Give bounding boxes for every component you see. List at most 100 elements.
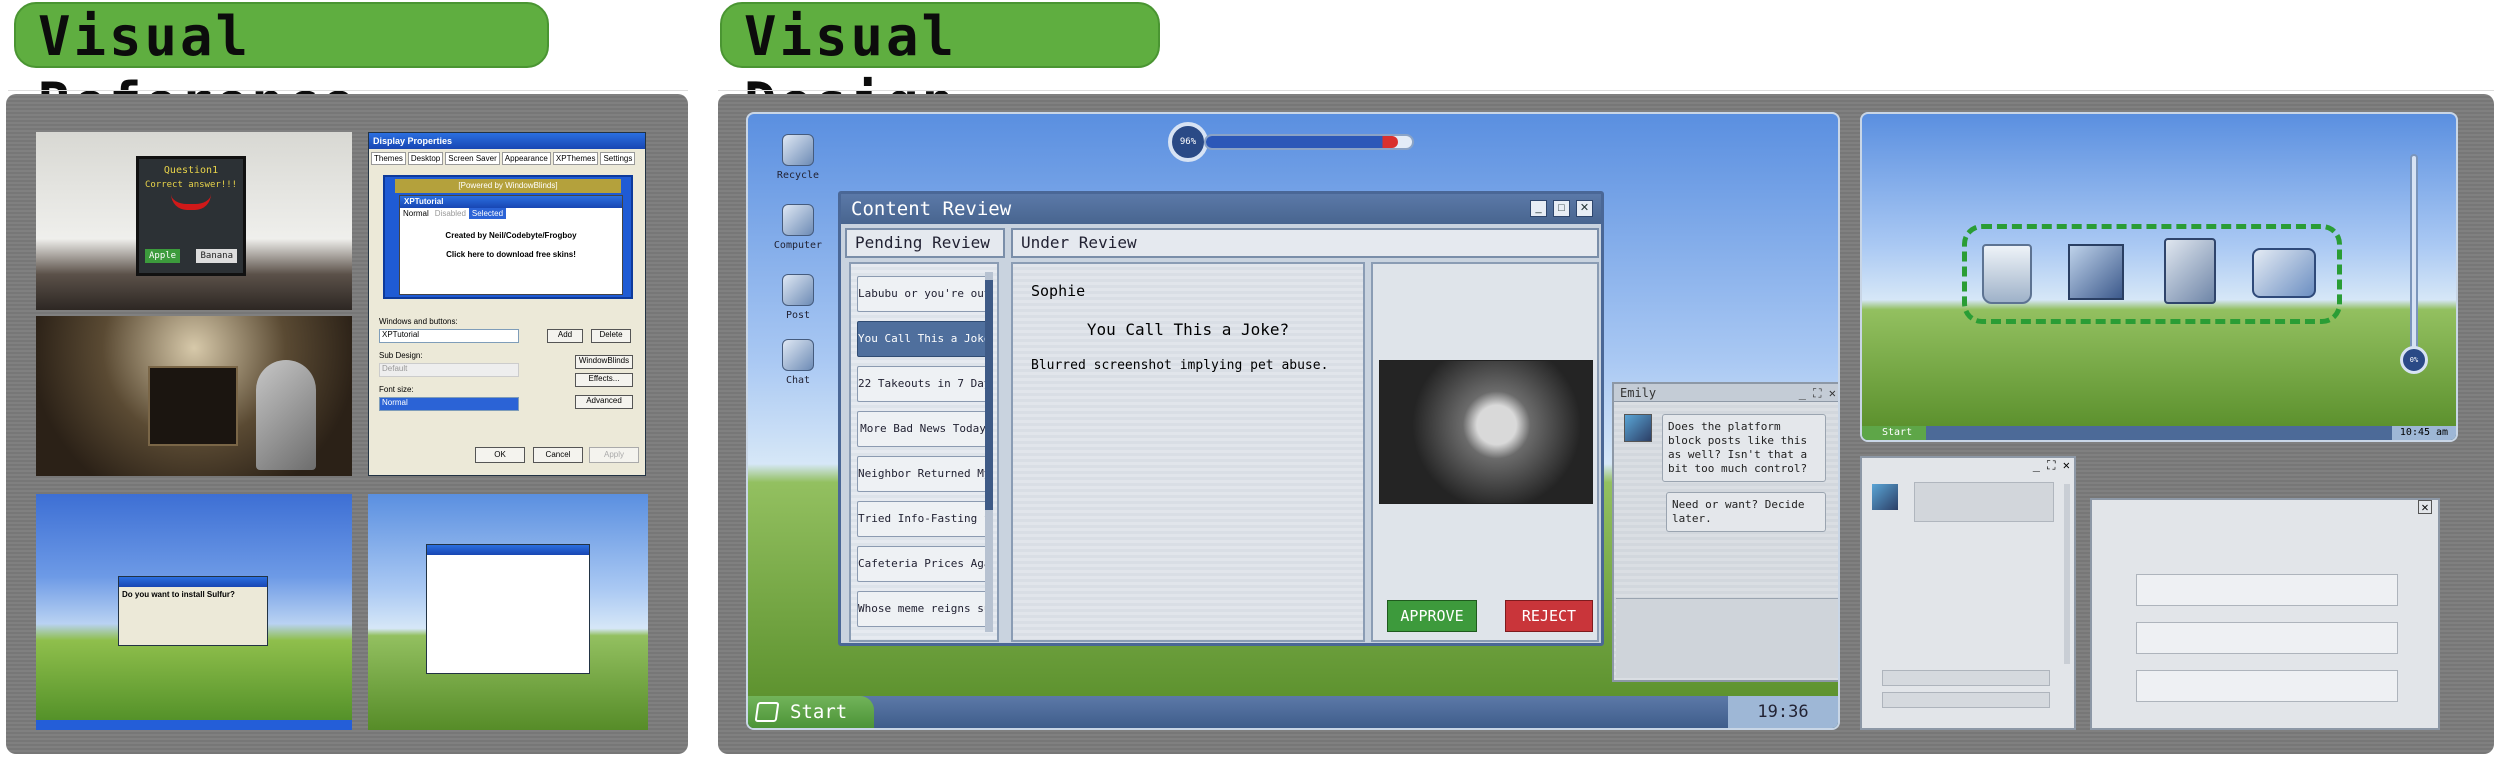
mini-taskbar: [1862, 426, 2456, 440]
quiz-question: Question1: [163, 165, 219, 176]
xp-settings-thumbnail: [368, 494, 648, 730]
reject-button[interactable]: REJECT: [1505, 600, 1593, 632]
pending-list: Labubu or you're out! You Call This a Jo…: [849, 262, 999, 642]
apply-button[interactable]: Apply: [589, 447, 639, 463]
tab-xpthemes[interactable]: XPThemes: [552, 152, 599, 165]
pending-item[interactable]: Neighbor Returned My ...: [857, 456, 989, 492]
inner-tab-normal[interactable]: Normal: [400, 208, 432, 219]
minimize-button[interactable]: _: [1530, 200, 1547, 217]
design-panel: Recycle Computer Post Chat 96% Content R…: [718, 94, 2494, 754]
approve-label: APPROVE: [1400, 607, 1464, 625]
post-author: Sophie: [1031, 282, 1086, 300]
form-wireframe-window: ✕: [2090, 498, 2440, 730]
input-placeholder[interactable]: [1882, 670, 2050, 686]
chat-window: Emily _ ⛶ ✕ Does the platform block posts…: [1612, 382, 1838, 682]
tab-settings[interactable]: Settings: [600, 152, 636, 165]
sub-design-select[interactable]: Default: [379, 363, 519, 377]
close-button[interactable]: ✕: [1576, 200, 1593, 217]
content-review-window: Content Review _ □ ✕ Pending Review Unde…: [838, 191, 1604, 646]
desktop-icon-recycle[interactable]: Recycle: [768, 134, 828, 181]
quiz-feedback: Correct answer!!!: [144, 180, 238, 190]
post-label: Post: [785, 310, 811, 321]
reject-label: REJECT: [1521, 607, 1577, 625]
tab-appearance[interactable]: Appearance: [501, 152, 551, 165]
desktop-icon-post[interactable]: Post: [768, 274, 828, 321]
desktop-icon-computer[interactable]: Computer: [768, 204, 828, 251]
chat-input[interactable]: [1616, 598, 1838, 678]
start-button[interactable]: Start: [748, 696, 874, 728]
mini-start-button[interactable]: Start: [1862, 426, 1926, 440]
progress-bar: [1204, 134, 1414, 150]
xp-install-thumbnail: Do you want to install Sulfur?: [36, 494, 352, 730]
recycle-icon: [1982, 244, 2032, 304]
cancel-button[interactable]: Cancel: [533, 447, 583, 463]
progress-fill: [1206, 136, 1398, 148]
chat-reply-option[interactable]: Need or want? Decide later.: [1666, 492, 1826, 532]
settings-dialog: [426, 544, 590, 674]
window-controls[interactable]: _ ⛶ ✕: [2033, 458, 2070, 473]
form-field[interactable]: [2136, 622, 2398, 654]
chat-wireframe-window: _ ⛶ ✕: [1860, 456, 2076, 730]
avatar: [1624, 414, 1652, 442]
tab-screen-saver[interactable]: Screen Saver: [445, 152, 500, 165]
pending-item[interactable]: Cafeteria Prices Agai...: [857, 546, 989, 582]
scroll-thumb[interactable]: [985, 280, 993, 510]
windows-buttons-select[interactable]: XPTutorial: [379, 329, 519, 343]
volume-knob[interactable]: 0%: [2400, 346, 2428, 374]
credit-text: Created by Neil/Codebyte/Frogboy: [445, 231, 577, 240]
post-text-panel: Sophie You Call This a Joke? Blurred scr…: [1011, 262, 1365, 642]
advanced-button[interactable]: Advanced: [575, 395, 633, 409]
inner-tab-disabled[interactable]: Disabled: [432, 208, 469, 219]
under-review-header: Under Review: [1011, 228, 1599, 258]
add-button[interactable]: Add: [547, 329, 583, 343]
tab-strip: Themes Desktop Screen Saver Appearance X…: [371, 152, 643, 165]
icon-design-desktop: 0% Start 10:45 am: [1860, 112, 2458, 442]
progress-knob: 96%: [1168, 122, 1208, 162]
chat-contact-name: Emily: [1620, 386, 1657, 400]
doorway: [148, 366, 238, 446]
install-dialog: Do you want to install Sulfur?: [118, 576, 268, 646]
font-size-select[interactable]: Normal: [379, 397, 519, 411]
computer-label: Computer: [773, 240, 823, 251]
content-review-title: Content Review: [841, 194, 1601, 224]
pending-item[interactable]: Whose meme reigns sup...: [857, 591, 989, 627]
divider: [718, 90, 2494, 91]
post-media-panel: APPROVE REJECT: [1371, 262, 1599, 642]
tab-desktop[interactable]: Desktop: [407, 152, 444, 165]
windowblinds-button[interactable]: WindowBlinds: [575, 355, 633, 369]
chat-label: Chat: [785, 375, 811, 386]
progress-label: 96%: [1179, 137, 1197, 147]
quiz-banana-button[interactable]: Banana: [196, 249, 237, 263]
download-link[interactable]: Click here to download free skins!: [400, 250, 622, 259]
delete-button[interactable]: Delete: [591, 329, 631, 343]
effects-button[interactable]: Effects...: [575, 373, 633, 387]
form-field[interactable]: [2136, 670, 2398, 702]
pending-item[interactable]: Labubu or you're out!: [857, 276, 989, 312]
post-body: Blurred screenshot implying pet abuse.: [1031, 358, 1329, 373]
list-scrollbar[interactable]: [985, 272, 993, 632]
ok-button[interactable]: OK: [475, 447, 525, 463]
pending-item-selected[interactable]: You Call This a Joke?: [857, 321, 989, 357]
volume-slider[interactable]: [2410, 154, 2418, 354]
inner-tab-selected[interactable]: Selected: [468, 208, 507, 219]
form-field[interactable]: [2136, 574, 2398, 606]
pending-item[interactable]: More Bad News Today: [857, 411, 989, 447]
xp-title: XPTutorial: [400, 196, 622, 208]
reference-panel: Question1 Correct answer!!! Apple Banana…: [6, 94, 688, 754]
chat-window-controls[interactable]: _ ⛶ ✕: [1799, 384, 1838, 402]
maximize-button[interactable]: □: [1553, 200, 1570, 217]
desktop-icon-chat[interactable]: Chat: [768, 339, 828, 386]
pending-item[interactable]: Tried Info-Fasting fo...: [857, 501, 989, 537]
input-placeholder[interactable]: [1882, 692, 2050, 708]
approve-button[interactable]: APPROVE: [1387, 600, 1477, 632]
visual-design-header: Visual Design: [720, 2, 1160, 134]
close-icon[interactable]: ✕: [2418, 500, 2432, 514]
post-title: You Call This a Joke?: [1086, 320, 1290, 339]
computer-icon: [782, 204, 814, 236]
scrollbar[interactable]: [2064, 484, 2070, 664]
chat-icon: [782, 339, 814, 371]
pending-item[interactable]: 22 Takeouts in 7 Days...: [857, 366, 989, 402]
tab-themes[interactable]: Themes: [371, 152, 406, 165]
blurred-dog-image: [1379, 360, 1593, 504]
quiz-apple-button[interactable]: Apple: [145, 249, 181, 263]
